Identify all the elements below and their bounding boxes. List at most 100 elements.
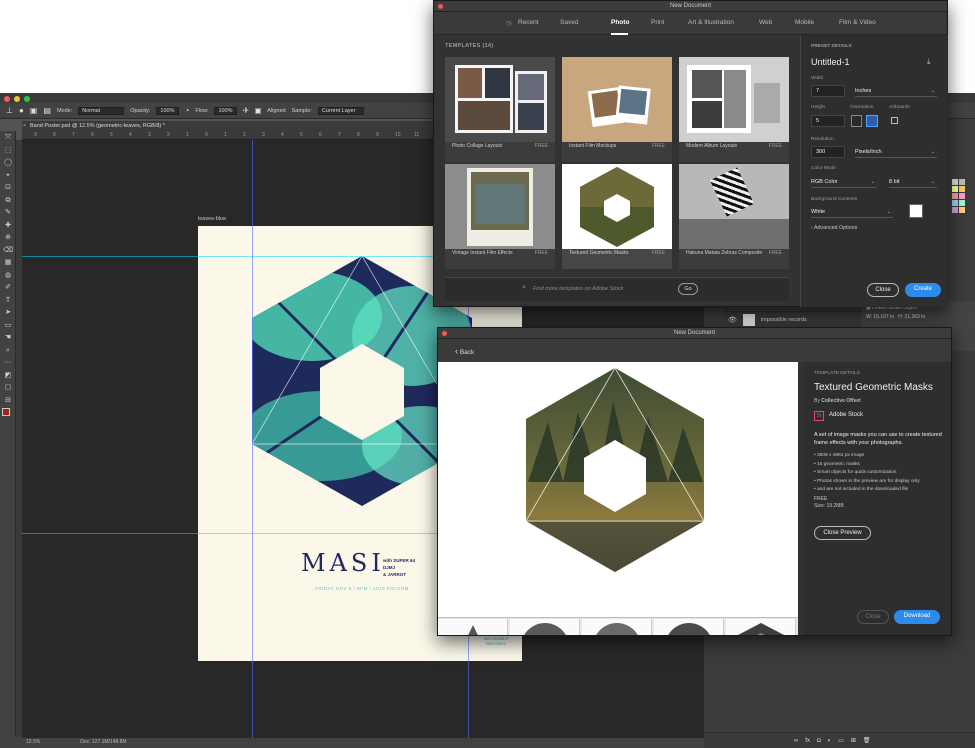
tool-icon[interactable]: ⬚ xyxy=(3,146,13,156)
opacity-field[interactable]: 100% xyxy=(156,106,179,115)
trash-icon[interactable]: 🗑 xyxy=(863,737,871,744)
save-preset-icon[interactable]: ⤓ xyxy=(927,57,931,67)
tool-icon[interactable]: ✚ xyxy=(3,221,13,231)
brush-size-icon[interactable]: ● xyxy=(19,106,24,115)
bit-depth-select[interactable]: 8 bit ⌄ xyxy=(889,176,937,188)
brush-panel-icon[interactable]: ▣ xyxy=(30,106,38,115)
create-button[interactable]: Create xyxy=(905,283,941,297)
portrait-icon[interactable] xyxy=(851,115,862,127)
color-swatch[interactable] xyxy=(952,200,958,206)
tool-icon[interactable]: ◩ xyxy=(3,371,13,381)
pressure-opacity-icon[interactable]: ◔ xyxy=(185,106,190,115)
aligned-checkbox[interactable] xyxy=(255,107,262,114)
tool-icon[interactable]: ▭ xyxy=(3,321,13,331)
color-swatch[interactable] xyxy=(959,200,965,206)
tool-icon[interactable]: ⊕ xyxy=(3,233,13,243)
foreground-color[interactable] xyxy=(2,408,10,416)
color-mode-select[interactable]: RGB Color ⌄ xyxy=(811,176,877,188)
template-card-photo-collage[interactable]: Photo Collage Layouts FREE xyxy=(445,57,555,162)
advanced-options-toggle[interactable]: › Advanced Options xyxy=(811,225,857,231)
tab-art-illustration[interactable]: Art & Illustration xyxy=(688,19,734,26)
tool-icon[interactable]: ◍ xyxy=(3,271,13,281)
tool-icon[interactable]: ⊟ xyxy=(3,396,13,406)
close-window-button[interactable] xyxy=(4,96,10,102)
folder-icon[interactable]: ▭ xyxy=(838,737,844,744)
tab-saved[interactable]: Saved xyxy=(560,19,578,26)
color-swatch[interactable] xyxy=(952,207,958,213)
background-contents-select[interactable]: White ⌄ xyxy=(811,206,893,218)
zoom-window-button[interactable] xyxy=(24,96,30,102)
go-button[interactable]: Go xyxy=(678,283,698,295)
tool-icon[interactable]: ⋯ xyxy=(3,358,13,368)
tool-icon[interactable]: ◯ xyxy=(3,158,13,168)
mask-icon[interactable]: ◘ xyxy=(817,738,821,744)
tool-icon[interactable]: ✎ xyxy=(3,208,13,218)
close-tab-icon[interactable]: × xyxy=(23,121,26,131)
tab-film-video[interactable]: Film & Video xyxy=(839,19,876,26)
fx-icon[interactable]: fx xyxy=(805,738,810,744)
tool-icon[interactable]: ⌖ xyxy=(3,171,13,181)
flow-field[interactable]: 100% xyxy=(214,106,237,115)
artboards-checkbox[interactable] xyxy=(891,117,898,124)
template-card-geometric-masks[interactable]: Textured Geometric Masks FREE xyxy=(562,164,672,269)
resolution-units-select[interactable]: Pixels/Inch ⌄ xyxy=(855,146,937,158)
close-button[interactable]: Close xyxy=(867,283,899,297)
tool-icon[interactable]: ⧉ xyxy=(3,196,13,206)
clone-source-icon[interactable]: ▤ xyxy=(43,106,51,115)
color-swatch[interactable] xyxy=(952,186,958,192)
adjustment-icon[interactable]: ◐ xyxy=(828,738,832,744)
background-color-swatch[interactable] xyxy=(909,204,923,218)
dialog-close-button[interactable] xyxy=(438,4,443,9)
color-swatch[interactable] xyxy=(959,186,965,192)
mode-select[interactable]: Normal xyxy=(78,106,125,115)
template-thumbnail[interactable] xyxy=(654,619,724,635)
color-swatch[interactable] xyxy=(952,179,958,185)
guide-vertical[interactable] xyxy=(252,140,253,738)
template-card-vintage-film[interactable]: Vintage Instant Film Effects FREE xyxy=(445,164,555,269)
airbrush-icon[interactable]: ✈ xyxy=(243,106,250,115)
new-layer-icon[interactable]: ⊞ xyxy=(851,737,856,744)
zoom-level[interactable]: 12.5% xyxy=(26,737,40,748)
sample-select[interactable]: Current Layer xyxy=(317,106,364,115)
clone-stamp-icon[interactable]: ⊥ xyxy=(6,106,13,115)
tool-icon[interactable]: ➤ xyxy=(3,308,13,318)
tool-icon[interactable]: ▢ xyxy=(3,383,13,393)
tool-icon[interactable]: ⊡ xyxy=(3,183,13,193)
tool-icon[interactable]: ▦ xyxy=(3,258,13,268)
color-swatch[interactable] xyxy=(959,193,965,199)
eye-icon[interactable]: 👁 xyxy=(728,316,737,324)
minimize-window-button[interactable] xyxy=(14,96,20,102)
landscape-icon[interactable] xyxy=(866,115,878,127)
tool-icon[interactable]: ⤧ xyxy=(3,133,13,143)
tab-recent[interactable]: Recent xyxy=(518,19,539,26)
link-icon[interactable]: ∞ xyxy=(794,738,798,744)
height-field[interactable]: 5 xyxy=(811,115,845,127)
artboard-label[interactable]: leaves-blue xyxy=(198,216,226,222)
tab-print[interactable]: Print xyxy=(651,19,664,26)
stock-search-input[interactable]: Find more templates on Adobe Stock xyxy=(533,286,623,292)
width-field[interactable]: 7 xyxy=(811,85,845,97)
tab-photo[interactable]: Photo xyxy=(611,19,629,26)
tool-icon[interactable]: ⌕ xyxy=(3,346,13,356)
units-select[interactable]: Inches ⌄ xyxy=(855,85,937,97)
template-thumbnail[interactable] xyxy=(582,619,652,635)
template-card-zebras[interactable]: Hakuna Matata Zebras Composite FREE xyxy=(679,164,789,269)
tool-icon[interactable]: ✐ xyxy=(3,283,13,293)
template-thumbnail[interactable] xyxy=(726,619,796,635)
tab-mobile[interactable]: Mobile xyxy=(795,19,814,26)
template-card-instant-film[interactable]: Instant Film Mockups FREE xyxy=(562,57,672,162)
close-preview-button[interactable]: Close Preview xyxy=(814,526,871,540)
color-swatch[interactable] xyxy=(952,193,958,199)
resolution-field[interactable]: 300 xyxy=(811,146,845,158)
tool-icon[interactable]: T xyxy=(3,296,13,306)
download-button[interactable]: Download xyxy=(894,610,940,624)
dialog-close-button[interactable] xyxy=(442,331,447,336)
tool-icon[interactable]: ⌫ xyxy=(3,246,13,256)
document-name-field[interactable]: Untitled-1 xyxy=(811,57,850,67)
color-swatch[interactable] xyxy=(959,207,965,213)
template-thumbnail[interactable] xyxy=(438,619,508,635)
template-card-modern-album[interactable]: Modern Album Layouts FREE xyxy=(679,57,789,162)
document-tab[interactable]: × Band Poster.psd @ 12.5% (geometric-lea… xyxy=(22,121,442,131)
color-swatch[interactable] xyxy=(959,179,965,185)
color-chips[interactable] xyxy=(2,408,14,420)
